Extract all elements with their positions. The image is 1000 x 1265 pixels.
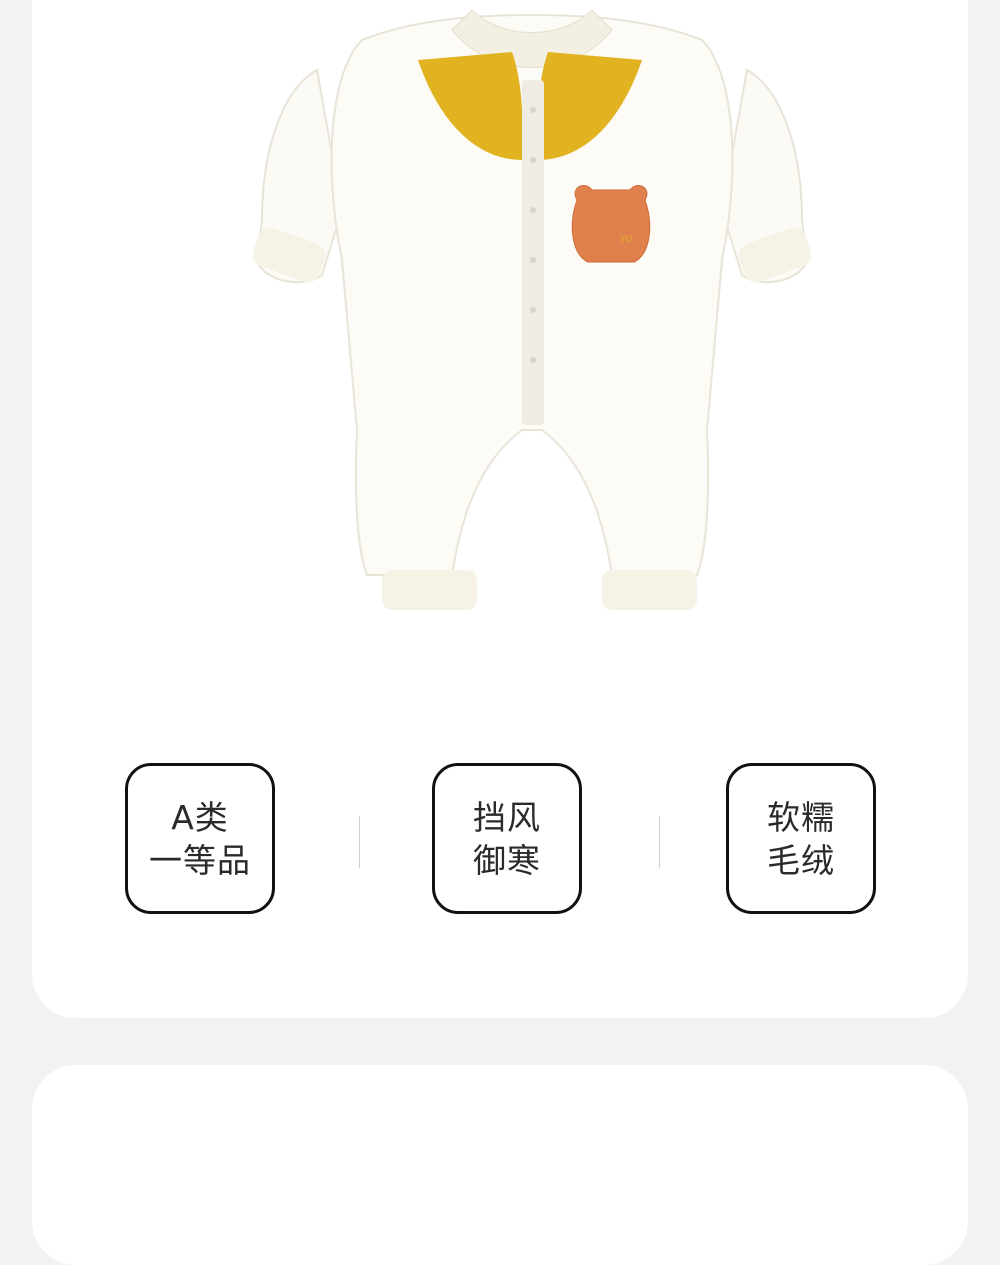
feature-line-2: 御寒 — [473, 840, 541, 880]
svg-text:YU: YU — [619, 235, 632, 245]
feature-divider — [659, 816, 660, 868]
product-image: YU — [222, 10, 842, 630]
feature-badge-windproof: 挡风 御寒 — [432, 763, 582, 914]
feature-badge-quality: A类 一等品 — [125, 763, 275, 914]
feature-line-2: 毛绒 — [767, 840, 835, 880]
feature-badge-soft-fleece: 软糯 毛绒 — [726, 763, 876, 914]
baby-romper-image: YU — [252, 10, 812, 610]
feature-line-1: 软糯 — [767, 797, 835, 837]
feature-divider — [359, 816, 360, 868]
feature-line-1: A类 — [171, 797, 229, 837]
feature-line-2: 一等品 — [149, 840, 251, 880]
feature-line-1: 挡风 — [473, 797, 541, 837]
next-card — [32, 1065, 968, 1265]
